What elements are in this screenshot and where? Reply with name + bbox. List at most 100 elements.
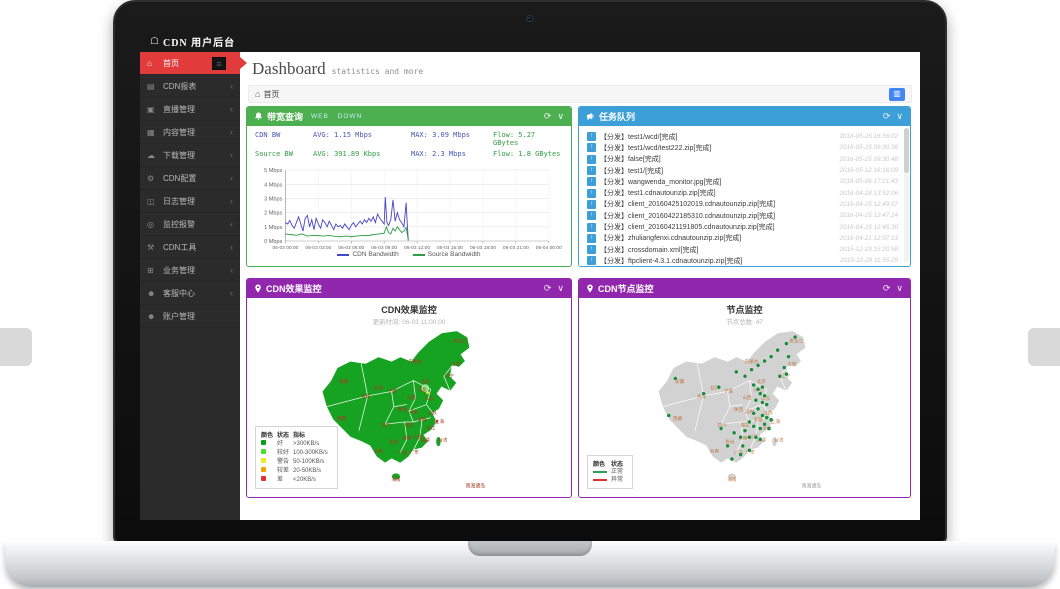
task-label: 【分发】false[完成] bbox=[600, 154, 661, 164]
background-right-tab bbox=[1028, 328, 1060, 366]
cdn-effect-panel-body: CDN效果监控 更新时间: 06-03 11:00:00 新疆西藏青海甘肃内蒙古… bbox=[247, 298, 571, 497]
svg-text:2 Mbps: 2 Mbps bbox=[264, 211, 282, 217]
cdn-effect-panel: CDN效果监控 ⟳ ∨ CDN效果监控 更新时间: 06-03 11:00:00… bbox=[246, 278, 572, 498]
chevron-left-icon: ‹ bbox=[230, 81, 233, 91]
chevron-left-icon: ‹ bbox=[230, 288, 233, 298]
cdn-effect-panel-header: CDN效果监控 ⟳ ∨ bbox=[247, 279, 571, 298]
laptop-screen: ☖ CDN 用户后台 ⌂首页▤CDN报表‹▣直播管理‹▦内容管理‹☁下载管理‹⚙… bbox=[140, 30, 920, 520]
sidebar-item-download-manage[interactable]: ☁下载管理‹ bbox=[140, 144, 240, 167]
sidebar-item-business-manage[interactable]: ⊞业务管理‹ bbox=[140, 259, 240, 282]
svg-text:江苏: 江苏 bbox=[763, 409, 773, 416]
task-label: 【分发】zhuliangfenxi.cdnautounzip.zip[完成] bbox=[600, 233, 741, 243]
task-label: 【分发】test1/wcd/[完成] bbox=[600, 132, 677, 142]
task-row[interactable]: ↑【分发】test1/wcd/[完成]2016-05-25 16:56:02 bbox=[587, 131, 904, 142]
task-timestamp: 2016-04-25 12:49:07 bbox=[840, 201, 904, 208]
refresh-icon[interactable]: ⟳ bbox=[544, 283, 552, 294]
svg-text:0 Mbps: 0 Mbps bbox=[264, 239, 282, 245]
laptop-bezel: ☖ CDN 用户后台 ⌂首页▤CDN报表‹▣直播管理‹▦内容管理‹☁下载管理‹⚙… bbox=[113, 0, 947, 543]
svg-text:黑龙江: 黑龙江 bbox=[453, 338, 467, 345]
refresh-icon[interactable]: ⟳ bbox=[883, 111, 891, 122]
page-title: Dashboard bbox=[252, 59, 326, 78]
task-label: 【分发】test1/[完成] bbox=[600, 166, 663, 176]
down-link[interactable]: DOWN bbox=[338, 113, 363, 120]
sidebar-item-label: 账户管理 bbox=[163, 311, 195, 322]
laptop-base bbox=[5, 541, 1055, 587]
upload-icon: ↑ bbox=[587, 211, 596, 220]
cdn-config-icon: ⚙ bbox=[147, 174, 159, 183]
stat-value: Source BW bbox=[255, 150, 313, 158]
cdn-node-panel-body: 节点监控 节点总数: 47 新疆西藏青海甘肃内蒙古宁夏陕西山西河北北京辽宁吉林黑… bbox=[579, 298, 910, 497]
task-timestamp: 2016-05-25 09:30:48 bbox=[840, 156, 904, 163]
effect-map-title: CDN效果监控 bbox=[247, 298, 571, 316]
collapse-icon[interactable]: ∨ bbox=[557, 111, 564, 122]
task-timestamp: 2016-05-12 16:16:09 bbox=[840, 167, 904, 174]
bullhorn-icon bbox=[586, 112, 595, 121]
task-row[interactable]: ↑【分发】crossdomain.xml[完成]2015-12-29 15:20… bbox=[587, 244, 904, 255]
chevron-left-icon: ‹ bbox=[230, 242, 233, 252]
sidebar-item-cdn-tools[interactable]: ⚒CDN工具‹ bbox=[140, 236, 240, 259]
task-row[interactable]: ↑【分发】zhuliangfenxi.cdnautounzip.zip[完成]2… bbox=[587, 233, 904, 244]
task-row[interactable]: ↑【分发】client_20160421191805.cdnautounzip.… bbox=[587, 221, 904, 232]
sidebar-item-cdn-config[interactable]: ⚙CDN配置‹ bbox=[140, 167, 240, 190]
content-manage-icon: ▦ bbox=[147, 128, 159, 137]
sidebar-item-log-manage[interactable]: ◫日志管理‹ bbox=[140, 190, 240, 213]
refresh-icon[interactable]: ⟳ bbox=[544, 111, 552, 122]
breadcrumb: ⌂ 首页 ▥ bbox=[248, 85, 912, 103]
task-label: 【分发】client_20160425102019.cdnautounzip.z… bbox=[600, 199, 775, 209]
task-label: 【分发】test1/wcd/test222.zip[完成] bbox=[600, 143, 711, 153]
web-link[interactable]: WEB bbox=[311, 113, 329, 120]
task-queue-panel-title: 任务队列 bbox=[599, 110, 635, 123]
main-content: Dashboardstatistics and more ⌂ 首页 ▥ 带宽查询 bbox=[240, 52, 920, 520]
sidebar-item-account-manage[interactable]: ☻ 账户管理 bbox=[140, 305, 240, 328]
task-row[interactable]: ↑【分发】test1/wcd/test222.zip[完成]2016-05-25… bbox=[587, 142, 904, 153]
breadcrumb-home-link[interactable]: 首页 bbox=[263, 89, 279, 100]
sidebar: ⌂首页▤CDN报表‹▣直播管理‹▦内容管理‹☁下载管理‹⚙CDN配置‹◫日志管理… bbox=[140, 52, 240, 520]
svg-text:四川: 四川 bbox=[382, 422, 392, 427]
breadcrumb-action-button[interactable]: ▥ bbox=[889, 88, 905, 101]
collapse-icon[interactable]: ∨ bbox=[896, 111, 903, 122]
task-row[interactable]: ↑【分发】test1.cdnautounzip.zip[完成]2016-04-2… bbox=[587, 187, 904, 198]
refresh-icon[interactable]: ⟳ bbox=[883, 283, 891, 294]
collapse-icon[interactable]: ∨ bbox=[557, 283, 564, 294]
stat-value: AVG: 1.15 Mbps bbox=[313, 131, 411, 147]
task-row[interactable]: ↑【分发】false[完成]2016-05-25 09:30:48 bbox=[587, 154, 904, 165]
cdn-node-panel-header: CDN节点监控 ⟳ ∨ bbox=[579, 279, 910, 298]
bandwidth-panel-header: 带宽查询 WEB DOWN ⟳ ∨ bbox=[247, 107, 571, 126]
task-row[interactable]: ↑【分发】test1/[完成]2016-05-12 16:16:09 bbox=[587, 165, 904, 176]
sidebar-item-live-manage[interactable]: ▣直播管理‹ bbox=[140, 98, 240, 121]
svg-text:湖南: 湖南 bbox=[402, 434, 412, 441]
task-label: 【分发】test1.cdnautounzip.zip[完成] bbox=[600, 188, 716, 198]
sidebar-toggle-button[interactable]: ≡ bbox=[212, 57, 226, 70]
task-timestamp: 2016-05-25 09:30:38 bbox=[840, 144, 904, 151]
upload-icon: ↑ bbox=[587, 177, 596, 186]
sidebar-item-monitor-alarm[interactable]: ◎监控报警‹ bbox=[140, 213, 240, 236]
chevron-left-icon: ‹ bbox=[230, 150, 233, 160]
bandwidth-panel: 带宽查询 WEB DOWN ⟳ ∨ CDN BWAVG: 1.15 MbpsMA… bbox=[246, 106, 572, 267]
stat-value: CDN BW bbox=[255, 131, 313, 147]
sidebar-item-cdn-report[interactable]: ▤CDN报表‹ bbox=[140, 75, 240, 98]
svg-text:青海: 青海 bbox=[361, 393, 371, 400]
sidebar-item-support-center[interactable]: ☻客服中心‹ bbox=[140, 282, 240, 305]
legend-item: Source Bandwidth bbox=[413, 251, 481, 258]
china-map-nodes[interactable]: 新疆西藏青海甘肃内蒙古宁夏陕西山西河北北京辽宁吉林黑龙江山东河南江苏安徽上海浙江… bbox=[631, 324, 859, 496]
task-row[interactable]: ↑【分发】wangwenda_monitor.jpg[完成]2016-05-06… bbox=[587, 176, 904, 187]
cdn-node-panel-title: CDN节点监控 bbox=[598, 282, 654, 295]
task-row[interactable]: ↑【分发】ftpclient-4.3.1.cdnautounzip.zip[完成… bbox=[587, 255, 904, 266]
scrollbar[interactable] bbox=[904, 128, 909, 263]
bandwidth-stats: CDN BWAVG: 1.15 MbpsMAX: 3.09 MbpsFlow: … bbox=[247, 126, 571, 162]
task-row[interactable]: ↑【分发】client_20160425102019.cdnautounzip.… bbox=[587, 199, 904, 210]
task-label: 【分发】ftpclient-4.3.1.cdnautounzip.zip[完成] bbox=[600, 256, 742, 266]
task-timestamp: 2016-05-25 16:56:02 bbox=[840, 133, 904, 140]
scrollbar-thumb[interactable] bbox=[904, 128, 909, 173]
task-timestamp: 2016-04-28 13:52:06 bbox=[840, 190, 904, 197]
chevron-left-icon: ‹ bbox=[230, 219, 233, 229]
svg-text:浙江: 浙江 bbox=[426, 425, 436, 432]
collapse-icon[interactable]: ∨ bbox=[896, 283, 903, 294]
svg-text:陕西: 陕西 bbox=[733, 406, 743, 413]
sidebar-item-content-manage[interactable]: ▦内容管理‹ bbox=[140, 121, 240, 144]
svg-text:3 Mbps: 3 Mbps bbox=[264, 196, 282, 202]
task-row[interactable]: ↑【分发】client_20160422185310.cdnautounzip.… bbox=[587, 210, 904, 221]
account-manage-icon: ☻ bbox=[147, 312, 159, 321]
home-icon: ⌂ bbox=[255, 89, 260, 99]
download-manage-icon: ☁ bbox=[147, 151, 159, 160]
